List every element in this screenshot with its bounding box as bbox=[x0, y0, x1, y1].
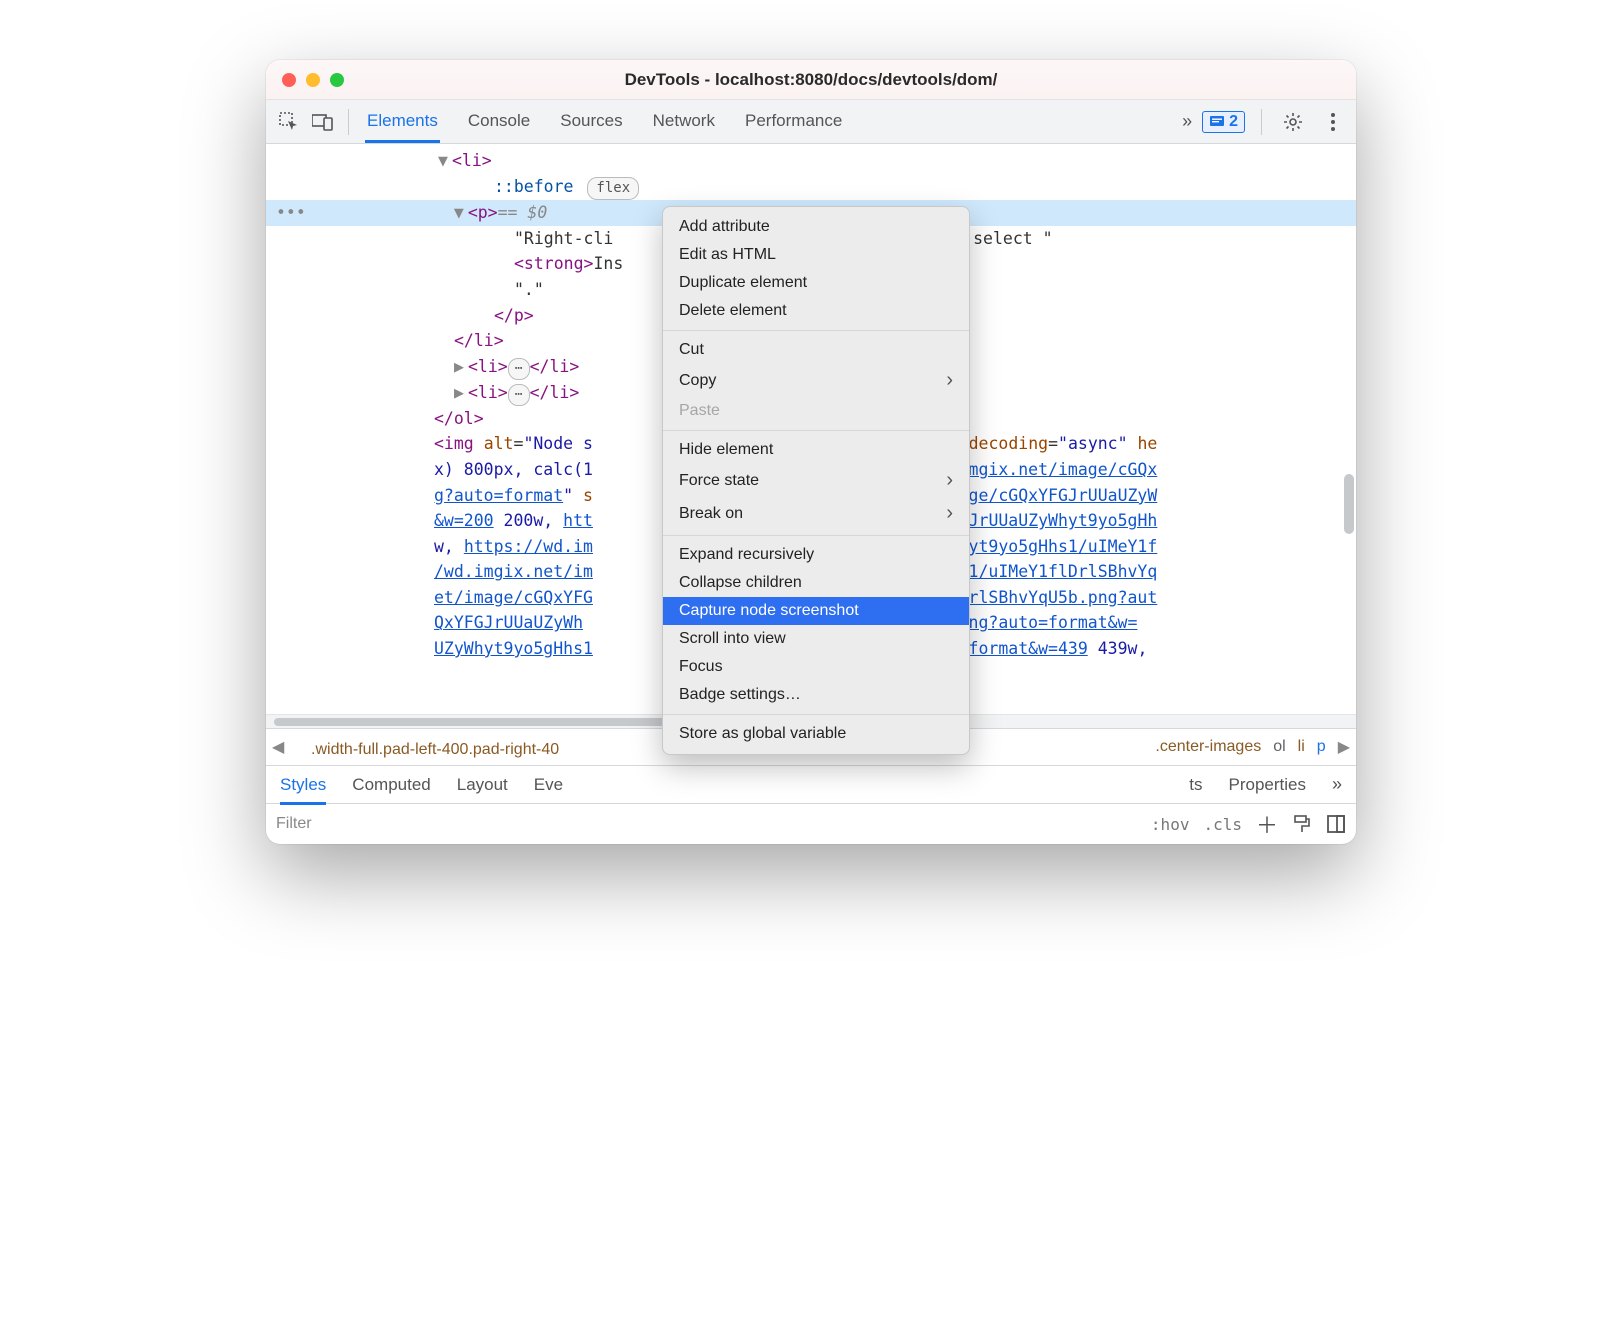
issues-icon bbox=[1209, 115, 1225, 129]
menu-force-state[interactable]: Force state bbox=[663, 464, 969, 497]
styles-filter-row: Filter :hov .cls ＋ bbox=[266, 804, 1356, 844]
menu-capture-node-screenshot[interactable]: Capture node screenshot bbox=[663, 597, 969, 625]
node-li-close: </li> bbox=[454, 331, 504, 350]
node-strong-open[interactable]: <strong> bbox=[514, 254, 593, 273]
node-ol-close: </ol> bbox=[434, 409, 484, 428]
toggle-hov-button[interactable]: :hov bbox=[1151, 815, 1190, 834]
tab-styles[interactable]: Styles bbox=[280, 765, 326, 805]
main-toolbar: Elements Console Sources Network Perform… bbox=[266, 100, 1356, 144]
tab-fragment[interactable]: ts bbox=[1189, 765, 1202, 804]
menu-badge-settings[interactable]: Badge settings… bbox=[663, 681, 969, 709]
settings-gear-icon[interactable] bbox=[1278, 107, 1308, 137]
menu-delete-element[interactable]: Delete element bbox=[663, 297, 969, 325]
paint-format-icon[interactable] bbox=[1292, 814, 1312, 834]
tab-properties[interactable]: Properties bbox=[1229, 765, 1306, 804]
content-area: ▼<li> ::before flex ••• ▼<p> == $0 "Righ… bbox=[266, 144, 1356, 844]
tab-computed[interactable]: Computed bbox=[352, 765, 430, 804]
breadcrumb-left-chevron-icon[interactable]: ◀ bbox=[272, 737, 284, 757]
menu-copy[interactable]: Copy bbox=[663, 364, 969, 397]
text-fragment-1: "Right-cli bbox=[514, 229, 613, 248]
more-tabs-icon[interactable]: » bbox=[1182, 111, 1192, 132]
breadcrumb-item[interactable]: ᅟ.width-full.pad-left-400.pad-right-40 bbox=[296, 735, 559, 759]
title-bar: DevTools - localhost:8080/docs/devtools/… bbox=[266, 60, 1356, 100]
breadcrumb-item-selected[interactable]: p bbox=[1317, 738, 1326, 756]
context-menu: Add attribute Edit as HTML Duplicate ele… bbox=[662, 206, 970, 755]
breadcrumb-item[interactable]: li bbox=[1298, 738, 1305, 756]
pseudo-before[interactable]: ::before bbox=[494, 177, 573, 196]
menu-focus[interactable]: Focus bbox=[663, 653, 969, 681]
tab-event-listeners[interactable]: Eve bbox=[534, 765, 563, 804]
node-p-close: </p> bbox=[494, 306, 534, 325]
breadcrumb-right-chevron-icon[interactable]: ▶ bbox=[1338, 737, 1350, 757]
tab-elements[interactable]: Elements bbox=[365, 101, 440, 143]
node-li-open[interactable]: <li> bbox=[452, 151, 492, 170]
menu-hide-element[interactable]: Hide element bbox=[663, 436, 969, 464]
ellipsis-icon[interactable]: ⋯ bbox=[508, 384, 530, 406]
device-toolbar-icon[interactable] bbox=[308, 107, 338, 137]
inspect-element-icon[interactable] bbox=[274, 107, 304, 137]
menu-expand-recursively[interactable]: Expand recursively bbox=[663, 541, 969, 569]
kebab-menu-icon[interactable] bbox=[1318, 107, 1348, 137]
flex-badge[interactable]: flex bbox=[587, 177, 639, 201]
breadcrumb-item[interactable]: .center-images bbox=[1155, 738, 1261, 756]
menu-paste: Paste bbox=[663, 397, 969, 425]
tab-layout[interactable]: Layout bbox=[457, 765, 508, 804]
menu-add-attribute[interactable]: Add attribute bbox=[663, 213, 969, 241]
panel-tabs: Elements Console Sources Network Perform… bbox=[365, 101, 844, 143]
vertical-scrollbar[interactable] bbox=[1344, 474, 1354, 534]
styles-filter-input[interactable]: Filter bbox=[276, 815, 312, 833]
toggle-cls-button[interactable]: .cls bbox=[1203, 815, 1242, 834]
ellipsis-icon[interactable]: ⋯ bbox=[508, 358, 530, 380]
new-style-rule-icon[interactable]: ＋ bbox=[1256, 808, 1278, 840]
more-styles-tabs-icon[interactable]: » bbox=[1332, 774, 1342, 795]
devtools-window: DevTools - localhost:8080/docs/devtools/… bbox=[266, 60, 1356, 844]
menu-scroll-into-view[interactable]: Scroll into view bbox=[663, 625, 969, 653]
menu-break-on[interactable]: Break on bbox=[663, 497, 969, 530]
menu-collapse-children[interactable]: Collapse children bbox=[663, 569, 969, 597]
tab-console[interactable]: Console bbox=[466, 101, 532, 143]
text-dot: "." bbox=[514, 280, 544, 299]
issues-badge[interactable]: 2 bbox=[1202, 111, 1245, 133]
menu-cut[interactable]: Cut bbox=[663, 336, 969, 364]
tab-performance[interactable]: Performance bbox=[743, 101, 844, 143]
menu-store-as-global[interactable]: Store as global variable bbox=[663, 720, 969, 748]
menu-edit-as-html[interactable]: Edit as HTML bbox=[663, 241, 969, 269]
breadcrumb-item[interactable]: ol bbox=[1273, 738, 1285, 756]
eq-dollar-zero: == $0 bbox=[498, 200, 548, 226]
styles-tabs: Styles Computed Layout Eve ts Properties… bbox=[266, 766, 1356, 804]
node-p-open[interactable]: <p> bbox=[468, 200, 498, 226]
horizontal-scrollbar-thumb[interactable] bbox=[274, 718, 714, 726]
issues-count: 2 bbox=[1229, 113, 1238, 131]
computed-sidebar-icon[interactable] bbox=[1326, 814, 1346, 834]
menu-duplicate-element[interactable]: Duplicate element bbox=[663, 269, 969, 297]
gutter-actions-icon[interactable]: ••• bbox=[266, 200, 314, 226]
tab-sources[interactable]: Sources bbox=[558, 101, 624, 143]
window-title: DevTools - localhost:8080/docs/devtools/… bbox=[266, 70, 1356, 90]
tab-network[interactable]: Network bbox=[651, 101, 717, 143]
